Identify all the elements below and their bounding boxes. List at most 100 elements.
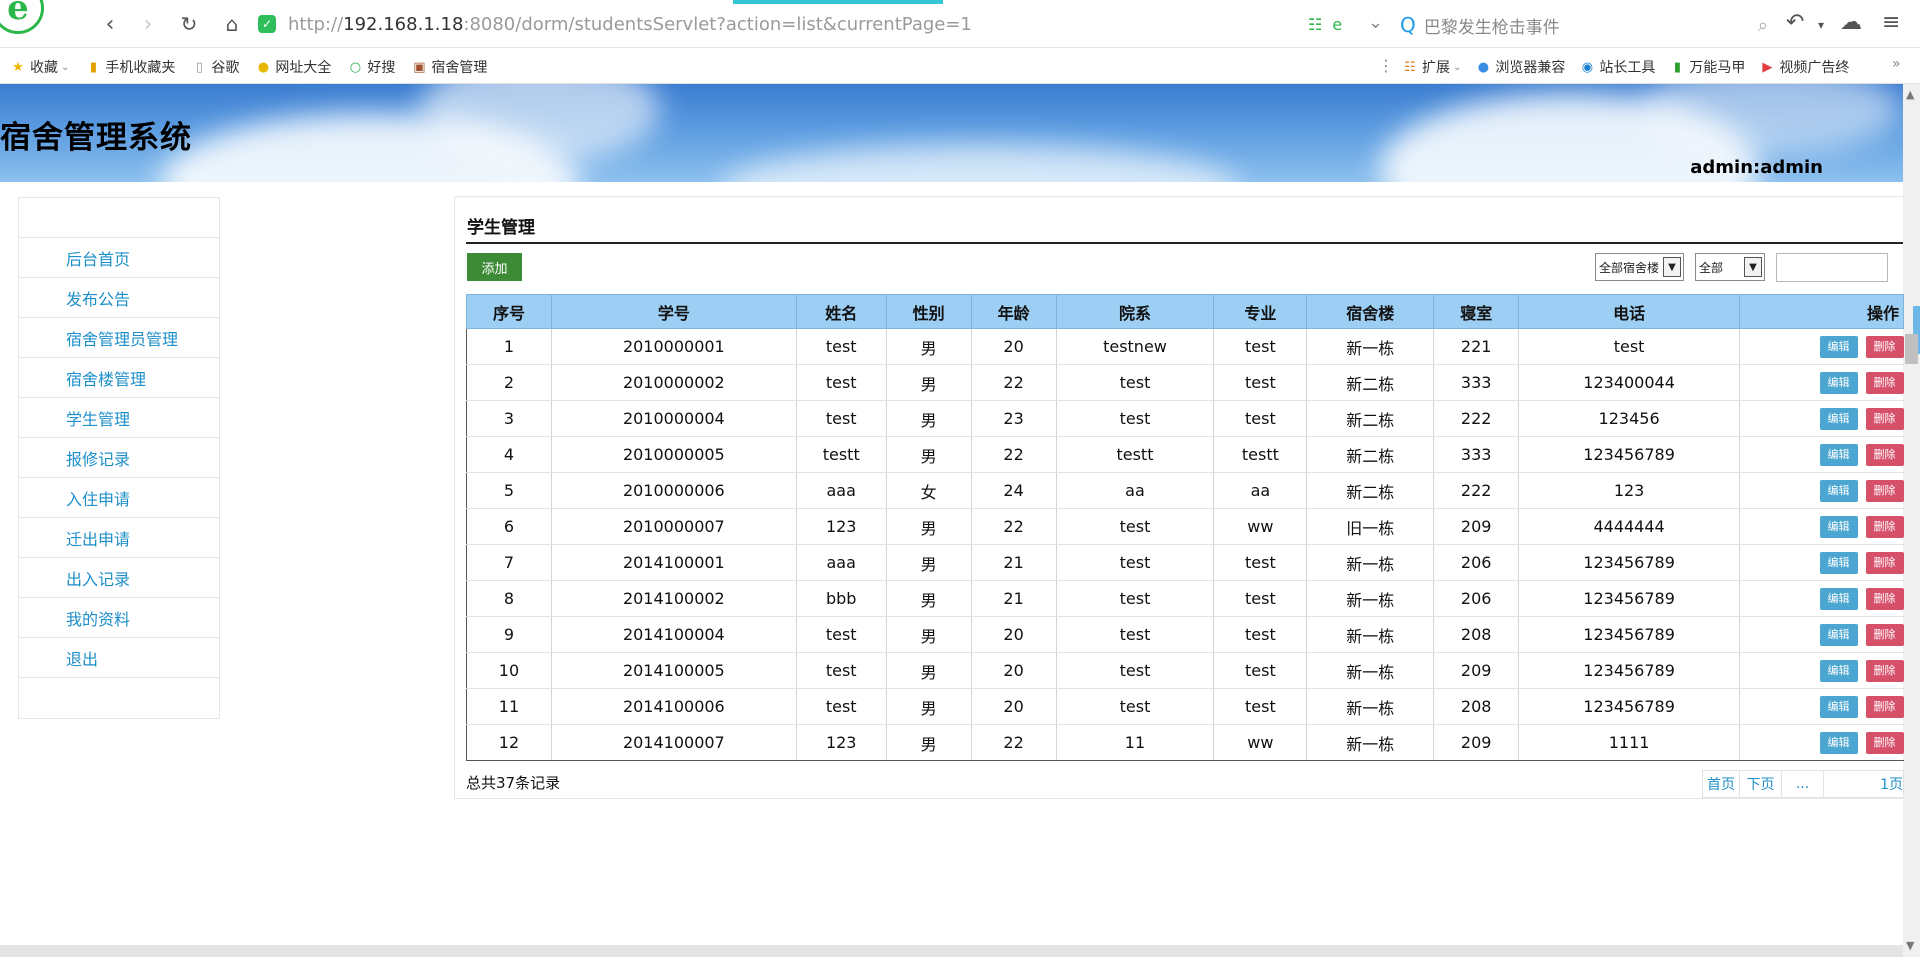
- edit-button[interactable]: 编辑: [1819, 479, 1858, 502]
- edit-button[interactable]: 编辑: [1819, 443, 1858, 466]
- back-icon[interactable]: ‹: [96, 10, 124, 38]
- delete-button[interactable]: 删除: [1865, 407, 1904, 430]
- delete-button[interactable]: 删除: [1865, 623, 1904, 646]
- undo-dropdown-icon[interactable]: ▾: [1818, 18, 1824, 32]
- sidebar-item-checkout[interactable]: 迁出申请: [19, 518, 219, 558]
- delete-button[interactable]: 删除: [1865, 479, 1904, 502]
- sidebar-link[interactable]: 入住申请: [66, 486, 130, 510]
- cell-room: 333: [1433, 364, 1519, 401]
- sidebar-link[interactable]: 退出: [66, 646, 98, 670]
- sidebar-link[interactable]: 发布公告: [66, 286, 130, 310]
- forward-icon[interactable]: ›: [134, 10, 162, 38]
- video-ad-item[interactable]: ▶ 视频广告终: [1759, 57, 1849, 77]
- search-icon[interactable]: ⌕: [1758, 15, 1768, 36]
- home-icon[interactable]: ⌂: [218, 10, 246, 38]
- sidebar-item-logout[interactable]: 退出: [19, 638, 219, 678]
- sidebar-link[interactable]: 迁出申请: [66, 526, 130, 550]
- sidebar-link[interactable]: 后台首页: [66, 246, 130, 270]
- cell-building: 新二栋: [1306, 400, 1434, 437]
- search-input[interactable]: [1776, 253, 1888, 282]
- sidebar-link[interactable]: 宿舍管理员管理: [66, 326, 178, 350]
- edit-button[interactable]: 编辑: [1819, 587, 1858, 610]
- webmaster-item[interactable]: ◉ 站长工具: [1579, 57, 1656, 77]
- url-text[interactable]: http://192.168.1.18:8080/dorm/studentsSe…: [288, 14, 972, 35]
- sidebar-link[interactable]: 出入记录: [66, 566, 130, 590]
- delete-button[interactable]: 删除: [1865, 515, 1904, 538]
- next-page-link[interactable]: 下页: [1740, 770, 1782, 798]
- address-bar[interactable]: ✓ http://192.168.1.18:8080/dorm/students…: [258, 8, 1296, 40]
- delete-button[interactable]: 删除: [1865, 443, 1904, 466]
- search-input[interactable]: 巴黎发生枪击事件: [1424, 13, 1758, 38]
- vest-item[interactable]: ▮ 万能马甲: [1669, 57, 1746, 77]
- delete-button[interactable]: 删除: [1865, 587, 1904, 610]
- sidebar-item-profile[interactable]: 我的资料: [19, 598, 219, 638]
- bookmark-dorm[interactable]: ▣ 宿舍管理: [411, 57, 487, 77]
- sidebar-item-checkin[interactable]: 入住申请: [19, 478, 219, 518]
- overflow-chevron-icon[interactable]: »: [1892, 56, 1901, 72]
- scroll-up-icon[interactable]: ▲: [1906, 88, 1914, 101]
- delete-button[interactable]: 删除: [1865, 371, 1904, 394]
- undo-icon[interactable]: ↶: [1786, 10, 1804, 35]
- cloud-icon[interactable]: ☁: [1840, 10, 1862, 35]
- sidebar-item-buildings[interactable]: 宿舍楼管理: [19, 358, 219, 398]
- cell-major: test: [1213, 652, 1307, 689]
- edit-button[interactable]: 编辑: [1819, 407, 1858, 430]
- sidebar-item-access-log[interactable]: 出入记录: [19, 558, 219, 598]
- edit-button[interactable]: 编辑: [1819, 623, 1858, 646]
- search-engine-icon[interactable]: Q: [1400, 13, 1416, 37]
- menu-icon[interactable]: ≡: [1882, 10, 1900, 35]
- edit-button[interactable]: 编辑: [1819, 515, 1858, 538]
- delete-button[interactable]: 删除: [1865, 551, 1904, 574]
- sidebar-link[interactable]: 报修记录: [66, 446, 130, 470]
- edit-button[interactable]: 编辑: [1819, 371, 1858, 394]
- webmaster-icon: ◉: [1581, 59, 1594, 75]
- delete-button[interactable]: 删除: [1865, 695, 1904, 718]
- cell-faculty: test: [1055, 400, 1214, 437]
- edit-button[interactable]: 编辑: [1819, 731, 1858, 754]
- cell-index: 2: [466, 364, 552, 401]
- bookmark-haosou[interactable]: ○ 好搜: [347, 57, 396, 77]
- cell-student-id: 2010000002: [550, 364, 797, 401]
- cell-name: test: [795, 652, 887, 689]
- sidebar-link[interactable]: 学生管理: [66, 406, 130, 430]
- scroll-down-icon[interactable]: ▼: [1906, 939, 1914, 952]
- qr-code-icon[interactable]: ☷: [1308, 15, 1322, 34]
- vertical-scrollbar[interactable]: ▲ ▼: [1903, 84, 1920, 957]
- sidebar-item-notice[interactable]: 发布公告: [19, 278, 219, 318]
- ie-mode-icon[interactable]: e: [1332, 15, 1342, 34]
- delete-button[interactable]: 删除: [1865, 335, 1904, 358]
- sidebar-item-dorm-admins[interactable]: 宿舍管理员管理: [19, 318, 219, 358]
- edit-button[interactable]: 编辑: [1819, 659, 1858, 682]
- bookmark-google[interactable]: ▯ 谷歌: [191, 57, 240, 77]
- delete-button[interactable]: 删除: [1865, 659, 1904, 682]
- browser-logo-icon[interactable]: e: [0, 0, 44, 34]
- cell-name: aaa: [795, 544, 887, 581]
- edit-button[interactable]: 编辑: [1819, 695, 1858, 718]
- edit-button[interactable]: 编辑: [1819, 551, 1858, 574]
- chevron-down-icon[interactable]: ⌄: [1368, 12, 1383, 33]
- extensions-item[interactable]: ☷ 扩展 ⌄: [1402, 57, 1461, 77]
- sidebar-link[interactable]: 我的资料: [66, 606, 130, 630]
- search-bar[interactable]: Q 巴黎发生枪击事件 ⌕: [1400, 9, 1768, 41]
- compat-item[interactable]: ● 浏览器兼容: [1475, 57, 1566, 77]
- sidebar-item-repairs[interactable]: 报修记录: [19, 438, 219, 478]
- sidebar-link[interactable]: 宿舍楼管理: [66, 366, 146, 390]
- bookmark-mobile[interactable]: ▮ 手机收藏夹: [85, 57, 176, 77]
- delete-button[interactable]: 删除: [1865, 731, 1904, 754]
- field-filter-select[interactable]: 全部 ▼: [1695, 253, 1765, 281]
- cell-actions: 编辑 删除: [1739, 436, 1904, 473]
- sidebar-item-students[interactable]: 学生管理: [19, 398, 219, 438]
- sidebar-item-home[interactable]: 后台首页: [19, 238, 219, 278]
- more-vertical-icon[interactable]: ⋮: [1378, 56, 1394, 75]
- first-page-link[interactable]: 首页: [1702, 770, 1740, 798]
- add-student-button[interactable]: 添加: [467, 253, 522, 281]
- horizontal-scrollbar[interactable]: [0, 945, 1903, 957]
- title-divider: [466, 242, 1903, 244]
- bookmark-favorites[interactable]: ★ 收藏 ⌄: [10, 57, 69, 77]
- edit-button[interactable]: 编辑: [1819, 335, 1858, 358]
- cell-actions: 编辑 删除: [1739, 472, 1904, 509]
- building-filter-select[interactable]: 全部宿舍楼 ▼: [1595, 253, 1684, 281]
- bookmark-sites[interactable]: ● 网址大全: [255, 57, 332, 77]
- scroll-thumb[interactable]: [1905, 334, 1918, 364]
- reload-icon[interactable]: ↻: [175, 10, 203, 38]
